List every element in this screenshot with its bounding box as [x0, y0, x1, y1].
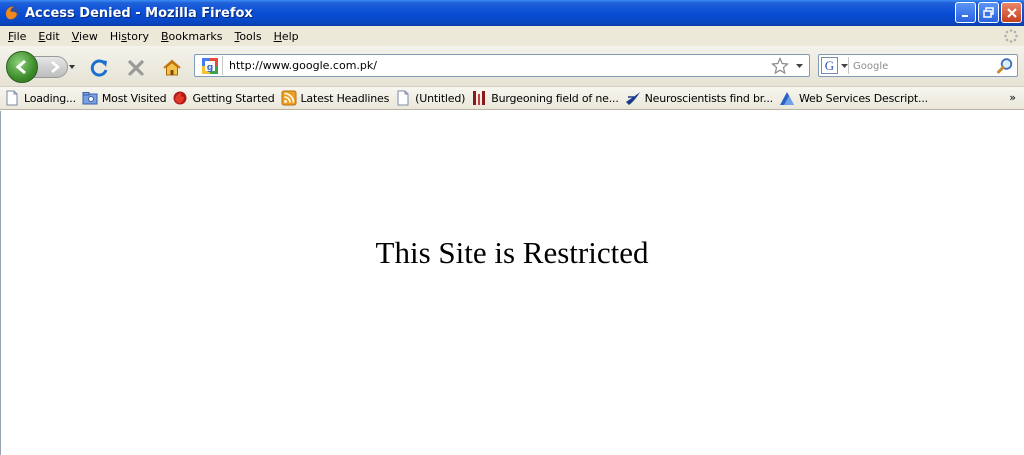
- url-bar[interactable]: g http://www.google.com.pk/: [194, 54, 810, 77]
- svg-text:G: G: [825, 58, 834, 73]
- site-icon: [779, 92, 794, 105]
- site-identity-button[interactable]: g: [198, 56, 223, 75]
- page-icon: [397, 90, 409, 106]
- site-icon: [473, 91, 486, 105]
- folder-icon: [82, 92, 98, 105]
- bookmark-item[interactable]: Loading...: [4, 90, 76, 106]
- minimize-icon: [961, 14, 968, 17]
- menu-edit[interactable]: Edit: [32, 30, 65, 43]
- page-heading: This Site is Restricted: [375, 235, 649, 270]
- close-icon: [1006, 7, 1017, 18]
- google-favicon-icon: g: [202, 57, 218, 74]
- menu-bookmarks[interactable]: Bookmarks: [155, 30, 228, 43]
- bookmarks-toolbar: Loading... Most Visited Getting Started …: [0, 87, 1024, 110]
- bookmark-item[interactable]: Neuroscientists find br...: [625, 90, 773, 106]
- window-title: Access Denied - Mozilla Firefox: [25, 5, 253, 21]
- reload-icon[interactable]: [90, 58, 110, 78]
- page-content: This Site is Restricted: [0, 111, 1024, 455]
- back-arrow-icon: [15, 59, 26, 75]
- page-icon: [6, 90, 18, 106]
- close-button[interactable]: [1001, 2, 1022, 23]
- search-engine-button[interactable]: G: [821, 57, 849, 74]
- title-bar[interactable]: Access Denied - Mozilla Firefox: [0, 0, 1024, 26]
- bookmark-item[interactable]: Getting Started: [172, 90, 275, 106]
- stop-icon[interactable]: [126, 58, 146, 78]
- svg-text:g: g: [207, 63, 213, 73]
- forward-arrow-icon: [50, 61, 60, 73]
- menu-file[interactable]: File: [2, 30, 32, 43]
- restore-button[interactable]: [978, 2, 999, 23]
- bookmark-star-icon[interactable]: [771, 57, 789, 75]
- menu-view[interactable]: View: [66, 30, 104, 43]
- back-button[interactable]: [6, 51, 38, 83]
- bookmark-item[interactable]: Burgeoning field of ne...: [471, 90, 619, 106]
- engine-dropdown-icon: [841, 63, 848, 68]
- google-g-icon: G: [821, 57, 838, 74]
- bookmarks-overflow-button[interactable]: »: [1009, 91, 1016, 104]
- firefox-icon: [173, 91, 187, 105]
- restore-icon: [983, 7, 994, 18]
- search-magnifier-icon[interactable]: [996, 57, 1014, 75]
- bookmark-item[interactable]: Most Visited: [82, 90, 167, 106]
- menu-help[interactable]: Help: [268, 30, 305, 43]
- throbber-icon: [1004, 29, 1018, 43]
- url-dropdown-icon[interactable]: [796, 63, 803, 69]
- search-input[interactable]: [853, 58, 993, 74]
- navigation-toolbar: g http://www.google.com.pk/ G: [0, 46, 1024, 87]
- firefox-icon: [5, 6, 19, 20]
- bookmark-item[interactable]: (Untitled): [395, 90, 465, 106]
- url-input[interactable]: http://www.google.com.pk/: [229, 59, 377, 72]
- search-bar[interactable]: G: [818, 54, 1018, 77]
- home-icon[interactable]: [162, 58, 182, 78]
- rss-icon: [281, 90, 296, 106]
- menu-bar: File Edit View History Bookmarks Tools H…: [0, 26, 1024, 46]
- bookmark-item[interactable]: Web Services Descript...: [779, 90, 928, 106]
- minimize-button[interactable]: [955, 2, 976, 23]
- site-icon: [625, 92, 640, 105]
- menu-tools[interactable]: Tools: [228, 30, 267, 43]
- history-dropdown-icon[interactable]: [68, 63, 76, 71]
- bookmark-item[interactable]: Latest Headlines: [281, 90, 389, 106]
- menu-history[interactable]: History: [104, 30, 155, 43]
- forward-button[interactable]: [34, 56, 68, 78]
